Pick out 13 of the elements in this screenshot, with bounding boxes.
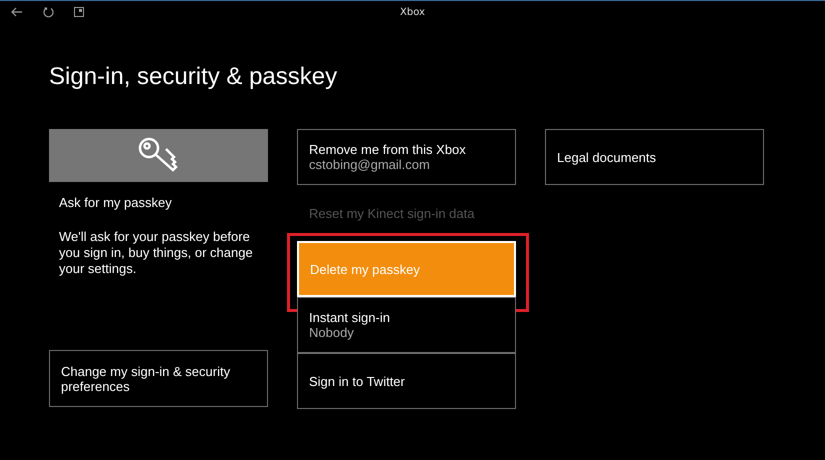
preferences-tile[interactable]: Change my sign-in & security preferences: [49, 350, 268, 407]
window-title: Xbox: [400, 6, 425, 18]
back-icon[interactable]: [11, 7, 23, 17]
passkey-tile[interactable]: [49, 129, 268, 182]
snap-icon[interactable]: [74, 7, 84, 17]
tile-label: Ask for my passkey: [59, 195, 173, 210]
refresh-icon[interactable]: [43, 6, 54, 18]
legal-tile[interactable]: Legal documents: [545, 129, 764, 185]
tile-description: We'll ask for your passkey before you sign in, buy things, or change your settings.: [59, 229, 254, 277]
option-tile[interactable]: Sign in to Twitter: [297, 353, 516, 409]
option-tile[interactable]: Remove me from this Xbox cstobing@gmail.com: [297, 129, 516, 185]
page-title: Sign-in, security & passkey: [49, 62, 338, 92]
option-tile[interactable]: Instant sign-in Nobody: [297, 297, 516, 353]
